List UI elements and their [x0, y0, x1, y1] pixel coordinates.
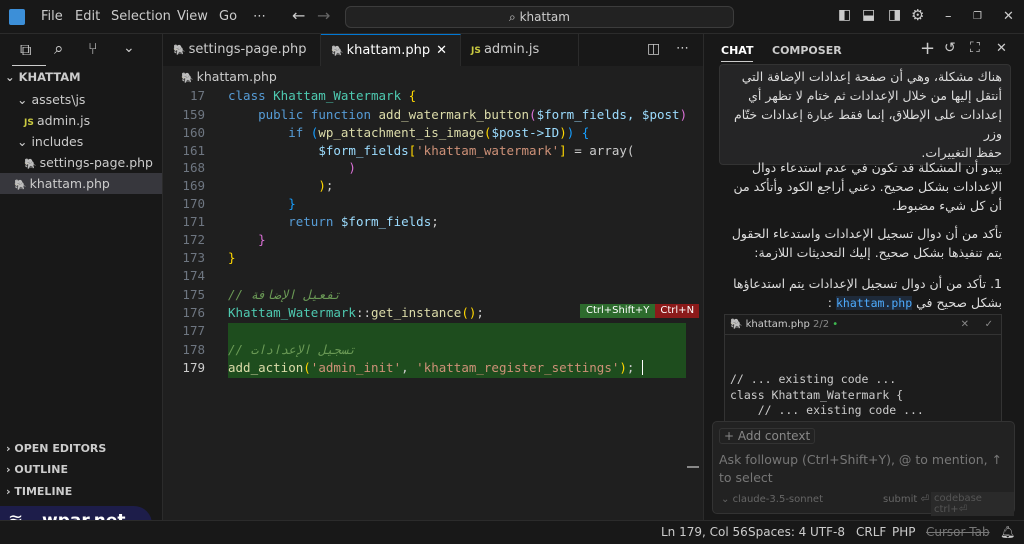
line-number: 160	[182, 125, 205, 140]
submit-button[interactable]: submit ⏎	[883, 494, 929, 505]
menu-edit[interactable]: Edit	[75, 9, 100, 24]
more-actions-icon[interactable]: ⋯	[676, 41, 689, 56]
line-number: 161	[182, 143, 205, 158]
files-icon[interactable]: ⧉	[20, 40, 31, 60]
tree-file-khattam[interactable]: 🐘 khattam.php	[0, 173, 162, 194]
cursor-position[interactable]: Ln 179, Col 56	[661, 521, 748, 544]
close-icon[interactable]: ✕	[996, 41, 1007, 56]
php-file-icon: 🐘	[24, 159, 40, 170]
tab-chat[interactable]: CHAT	[721, 44, 754, 62]
line-number: 176	[182, 305, 205, 320]
menu-more[interactable]: ⋯	[253, 9, 266, 24]
assistant-paragraph: 1. تأكد من أن دوال تسجيل الإعدادات يتم ا…	[733, 276, 1002, 310]
language-mode[interactable]: PHP	[892, 521, 916, 544]
followup-input[interactable]: Ask followup (Ctrl+Shift+Y), @ to mentio…	[719, 451, 1009, 487]
section-timeline[interactable]: › TIMELINE	[6, 485, 72, 498]
section-outline[interactable]: › OUTLINE	[6, 463, 68, 476]
close-window-icon[interactable]: ✕	[1003, 9, 1014, 24]
line-number: 168	[182, 160, 205, 175]
js-file-icon: JS	[24, 118, 37, 128]
forward-arrow-icon[interactable]: →	[317, 6, 330, 25]
close-tab-icon[interactable]: ✕	[436, 43, 447, 58]
assistant-paragraph: تأكد من أن دوال تسجيل الإعدادات واستدعاء…	[731, 226, 1002, 260]
title-bar: File Edit Selection View Go ⋯ ← → ⌕ khat…	[0, 0, 1024, 34]
tab-composer[interactable]: COMPOSER	[772, 44, 842, 57]
reject-block-icon[interactable]: ✕	[961, 315, 969, 335]
accept-diff-button[interactable]: Ctrl+Shift+Y	[580, 304, 656, 318]
minimize-icon[interactable]: –	[945, 9, 952, 24]
menu-go[interactable]: Go	[219, 9, 237, 24]
history-icon[interactable]: ↺	[944, 40, 956, 56]
tree-folder-assets-js[interactable]: ⌄ assets\js	[0, 89, 162, 110]
code-block: 🐘 khattam.php 2/2 • ✕ ✓ // ... existing c…	[724, 314, 1002, 424]
tab-khattam-label: khattam.php	[346, 43, 431, 58]
section-open-editors[interactable]: › OPEN EDITORS	[6, 442, 106, 455]
codebase-button[interactable]: codebase ctrl+⏎	[931, 492, 1014, 516]
tree-file-admin-js[interactable]: JS admin.js	[0, 110, 162, 131]
toggle-sidebar-icon[interactable]: ◧	[838, 7, 851, 23]
tab-admin-js[interactable]: JS admin.js	[461, 34, 579, 66]
chevron-down-icon[interactable]: ⌄	[123, 40, 135, 56]
line-number: 175	[182, 287, 205, 302]
line-number: 174	[182, 268, 205, 283]
app-logo-icon	[9, 9, 25, 25]
scrollbar[interactable]	[687, 466, 699, 468]
gear-icon[interactable]: ⚙	[911, 6, 924, 24]
line-ending[interactable]: CRLF	[856, 521, 886, 544]
line-number: 173	[182, 250, 205, 265]
chat-input-box: + Add context Ask followup (Ctrl+Shift+Y…	[712, 421, 1015, 516]
toggle-panel-icon[interactable]: ⬓	[862, 7, 875, 23]
back-arrow-icon[interactable]: ←	[292, 6, 305, 25]
line-number: 177	[182, 323, 205, 338]
tree-file-settings-page[interactable]: 🐘 settings-page.php	[0, 152, 162, 173]
editor-tabs: 🐘 settings-page.php 🐘 khattam.php ✕ JS ad…	[163, 34, 703, 66]
explorer-root[interactable]: ⌄ KHATTAM	[0, 67, 162, 88]
cursor-tab[interactable]: Cursor Tab	[926, 521, 990, 544]
search-icon: ⌕	[509, 10, 520, 24]
user-message: هناك مشكلة، وهي أن صفحة إعدادات الإضافة …	[719, 64, 1011, 165]
inline-code-file[interactable]: khattam.php	[835, 296, 913, 310]
bell-icon[interactable]: 🔔︎	[1000, 521, 1015, 544]
explorer-sidebar: ⧉ ⌕ ⑂ ⌄ ⌄ KHATTAM ⌄ assets\js JS admin.j…	[0, 34, 163, 542]
line-number: 172	[182, 232, 205, 247]
tab-settings-page[interactable]: 🐘 settings-page.php	[163, 34, 321, 66]
menu-view[interactable]: View	[177, 9, 208, 24]
encoding[interactable]: UTF-8	[810, 521, 845, 544]
restore-icon[interactable]: ❐	[973, 11, 982, 22]
php-file-icon: 🐘	[14, 180, 30, 191]
model-selector[interactable]: ⌄ claude-3.5-sonnet	[721, 494, 823, 505]
line-number: 178	[182, 342, 205, 357]
diff-actions: Ctrl+Shift+Y Ctrl+N	[580, 304, 700, 318]
search-icon[interactable]: ⌕	[54, 39, 64, 59]
plus-icon[interactable]: +	[920, 38, 935, 59]
breadcrumb[interactable]: 🐘 khattam.php	[181, 69, 277, 84]
line-number: 171	[182, 214, 205, 229]
search-box[interactable]: ⌕ khattam	[345, 6, 734, 28]
line-number: 17	[189, 88, 205, 103]
toggle-secondary-sidebar-icon[interactable]: ◨	[888, 7, 901, 23]
status-bar: Ln 179, Col 56 Spaces: 4 UTF-8 CRLF PHP …	[0, 520, 1024, 544]
accept-block-icon[interactable]: ✓	[985, 315, 993, 335]
menu-file[interactable]: File	[41, 9, 63, 24]
tree-folder-includes[interactable]: ⌄ includes	[0, 131, 162, 152]
chat-panel: CHAT COMPOSER + ↺ ⛶ ✕ هناك مشكلة، وهي أن…	[703, 34, 1024, 520]
line-number: 179	[182, 360, 205, 375]
line-number: 169	[182, 178, 205, 193]
maximize-icon[interactable]: ⛶	[970, 40, 980, 56]
menu-selection[interactable]: Selection	[111, 9, 171, 24]
assistant-paragraph: يبدو أن المشكلة قد تكون في عدم استدعاء د…	[733, 160, 1002, 213]
add-context-button[interactable]: + Add context	[719, 428, 816, 444]
split-editor-icon[interactable]: ◫	[647, 41, 660, 57]
tab-khattam[interactable]: 🐘 khattam.php ✕	[321, 34, 461, 66]
indentation[interactable]: Spaces: 4	[748, 521, 806, 544]
source-control-icon[interactable]: ⑂	[88, 39, 98, 58]
code-editor[interactable]: 🐘 khattam.php 17 159 160 161 168 169 170 171 172…	[163, 66, 703, 520]
line-number: 170	[182, 196, 205, 211]
reject-diff-button[interactable]: Ctrl+N	[655, 304, 700, 318]
line-number: 159	[182, 107, 205, 122]
